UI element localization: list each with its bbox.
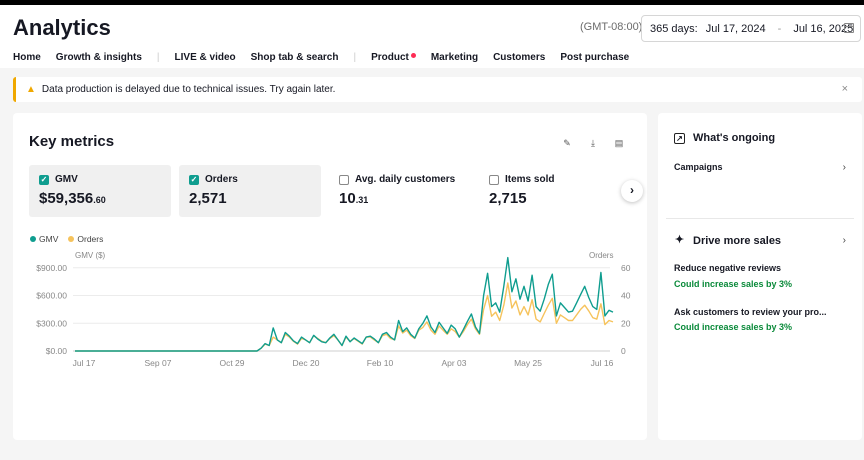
section-divider bbox=[666, 218, 854, 219]
legend-orders-label: Orders bbox=[77, 234, 104, 244]
metric-value: $59,356 bbox=[39, 190, 94, 207]
x-tick-label: Apr 03 bbox=[441, 358, 466, 368]
right-tick-label: 20 bbox=[621, 318, 631, 328]
metric-items-sold[interactable]: Items sold 2,715 bbox=[479, 165, 621, 217]
metric-avg-daily-customers[interactable]: Avg. daily customers 10.31 bbox=[329, 165, 471, 217]
campaigns-link[interactable]: Campaigns bbox=[674, 162, 723, 172]
right-tick-label: 60 bbox=[621, 263, 631, 273]
chevron-right-icon[interactable]: › bbox=[843, 162, 846, 173]
suggestion-hint: Could increase sales by 3% bbox=[674, 279, 793, 289]
metric-value-fraction: .31 bbox=[355, 195, 369, 205]
whats-ongoing-header: ↗ What's ongoing bbox=[674, 132, 775, 144]
left-tick-label: $900.00 bbox=[36, 263, 67, 273]
document-icon[interactable]: ▤ bbox=[613, 137, 625, 149]
warning-icon: ▲ bbox=[26, 84, 36, 95]
checkbox-checked-icon[interactable]: ✓ bbox=[189, 174, 199, 185]
x-tick-label: May 25 bbox=[514, 358, 542, 368]
notification-dot bbox=[410, 53, 416, 58]
calendar-icon[interactable] bbox=[844, 23, 854, 33]
x-tick-label: Jul 17 bbox=[73, 358, 96, 368]
x-tick-label: Oct 29 bbox=[219, 358, 244, 368]
left-tick-label: $0.00 bbox=[46, 346, 68, 356]
legend-gmv-label: GMV bbox=[39, 234, 59, 244]
line-chart: $0.000$300.0020$600.0040$900.0060$1,200.… bbox=[36, 256, 631, 368]
legend-gmv-swatch bbox=[30, 236, 36, 242]
right-tick-label: 0 bbox=[621, 346, 626, 356]
metric-value: 2,715 bbox=[489, 190, 527, 207]
checkbox-icon[interactable] bbox=[339, 174, 349, 185]
chevron-right-icon[interactable]: › bbox=[843, 235, 846, 246]
metric-label: Orders bbox=[205, 174, 238, 185]
x-tick-label: Sep 07 bbox=[145, 358, 172, 368]
x-tick-label: Dec 20 bbox=[293, 358, 320, 368]
alert-banner: ▲ Data production is delayed due to tech… bbox=[13, 77, 862, 102]
download-icon[interactable]: ⤓ bbox=[587, 137, 599, 149]
metric-orders[interactable]: ✓ Orders 2,571 bbox=[179, 165, 321, 217]
chart-legend: GMV Orders bbox=[30, 234, 103, 244]
metric-value: 10 bbox=[339, 190, 356, 207]
edit-icon[interactable]: ✎ bbox=[561, 137, 573, 149]
drive-more-sales-header[interactable]: ✦ Drive more sales bbox=[674, 233, 782, 247]
checkbox-icon[interactable] bbox=[489, 174, 499, 185]
tab-product-label: Product bbox=[371, 52, 409, 63]
close-icon[interactable]: × bbox=[842, 83, 848, 95]
legend-orders-swatch bbox=[68, 236, 75, 242]
metric-value: 2,571 bbox=[189, 190, 227, 207]
card-toolbar: ✎ ⤓ ▤ bbox=[561, 137, 639, 149]
gmv-series-line bbox=[75, 256, 614, 352]
metric-label: GMV bbox=[55, 174, 78, 185]
key-metrics-title: Key metrics bbox=[29, 133, 115, 150]
x-tick-label: Feb 10 bbox=[367, 358, 394, 368]
whats-ongoing-title: What's ongoing bbox=[693, 132, 776, 144]
checkbox-checked-icon[interactable]: ✓ bbox=[39, 174, 49, 185]
metric-value-fraction: .60 bbox=[93, 195, 106, 205]
page-header: Analytics (GMT-08:00) 365 days: Jul 17, … bbox=[0, 5, 864, 75]
suggestion-title[interactable]: Ask customers to review your pro... bbox=[674, 307, 827, 317]
range-label: 365 days: bbox=[650, 22, 698, 35]
alert-text: Data production is delayed due to techni… bbox=[41, 84, 336, 95]
side-panel: ↗ What's ongoing Campaigns › ✦ Drive mor… bbox=[658, 113, 862, 440]
metric-label: Items sold bbox=[505, 174, 555, 185]
timezone-label: (GMT-08:00) bbox=[580, 21, 643, 33]
date-range-picker[interactable]: 365 days: Jul 17, 2024 - Jul 16, 2025 bbox=[641, 15, 861, 42]
page-title: Analytics bbox=[13, 15, 111, 40]
right-tick-label: 40 bbox=[621, 291, 631, 301]
left-tick-label: $600.00 bbox=[36, 291, 67, 301]
trend-icon: ↗ bbox=[674, 132, 685, 144]
left-tick-label: $300.00 bbox=[36, 318, 67, 328]
sparkle-icon: ✦ bbox=[674, 233, 685, 246]
date-start: Jul 17, 2024 bbox=[705, 22, 766, 35]
date-separator: - bbox=[777, 22, 782, 35]
x-tick-label: Jul 16 bbox=[591, 358, 614, 368]
metric-gmv[interactable]: ✓ GMV $59,356.60 bbox=[29, 165, 171, 217]
next-metrics-button[interactable]: › bbox=[621, 180, 643, 202]
key-metrics-card: Key metrics ✎ ⤓ ▤ ✓ GMV $59,356.60 ✓ Order… bbox=[13, 113, 647, 440]
metric-label: Avg. daily customers bbox=[355, 174, 456, 185]
suggestion-title[interactable]: Reduce negative reviews bbox=[674, 263, 781, 273]
suggestion-hint: Could increase sales by 3% bbox=[674, 322, 793, 332]
drive-more-sales-title: Drive more sales bbox=[693, 235, 782, 247]
